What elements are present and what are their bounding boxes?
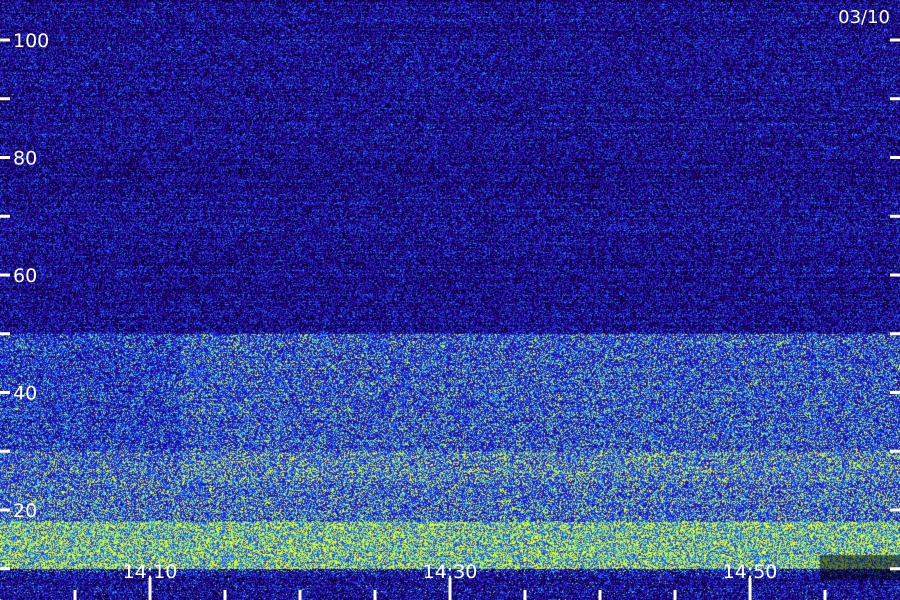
- y-tick-label: 60: [13, 265, 37, 287]
- date-label: 03/10: [838, 7, 890, 28]
- y-tick-label: 80: [13, 148, 37, 170]
- y-axis: 100 80 60 40 20: [0, 30, 900, 571]
- x-tick-label: 14:50: [723, 561, 778, 583]
- y-tick-label: 20: [13, 500, 37, 522]
- x-tick-label: 14:10: [123, 561, 178, 583]
- x-axis: 14:10 14:30 14:50: [73, 561, 827, 600]
- chart-overlay: 100 80 60 40 20 14:10 14:30 14:50 03/10: [0, 7, 900, 600]
- y-tick-label: 40: [13, 383, 37, 405]
- x-tick-label: 14:30: [423, 561, 478, 583]
- y-tick-label: 100: [13, 30, 49, 52]
